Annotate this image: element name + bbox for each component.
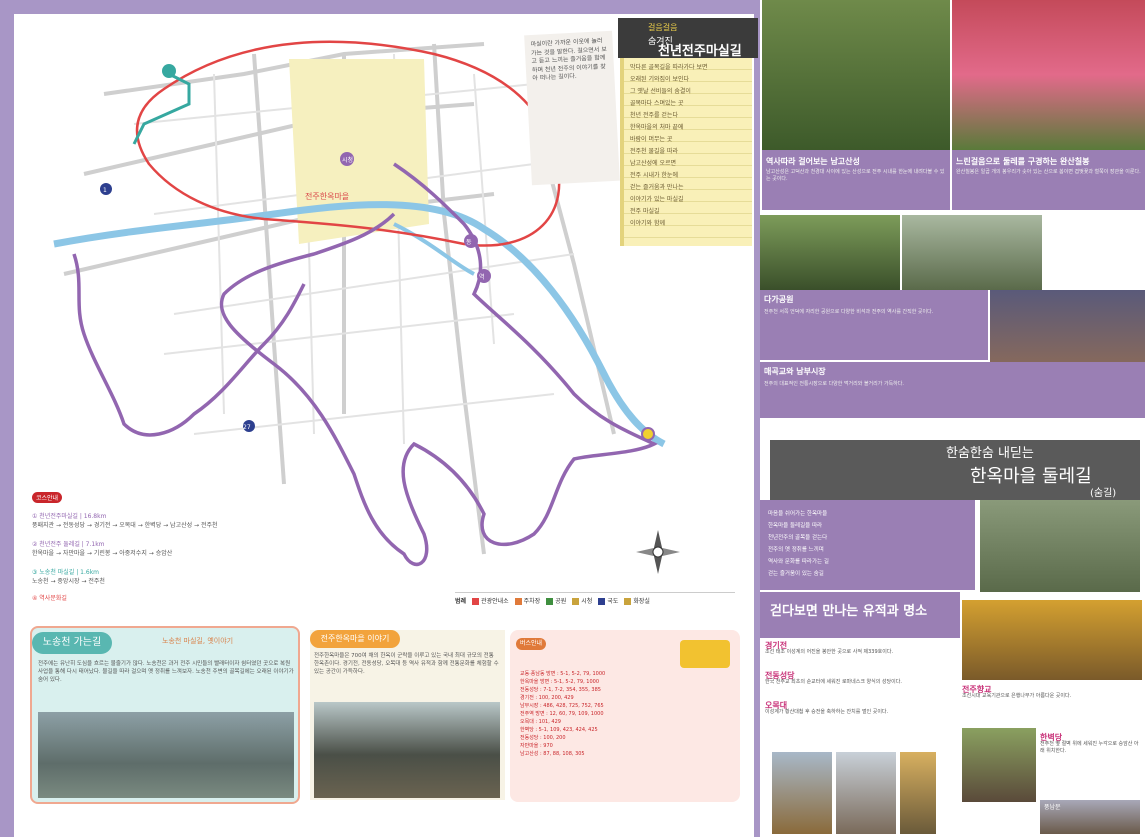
ginkgo-photo — [962, 600, 1142, 680]
dullegil-poem: 마음을 쉬어가는 한옥마을 한옥마을 둘레길을 따라 천년전주의 골목을 걷는다 전주… — [760, 500, 975, 590]
svg-text:역: 역 — [479, 273, 485, 281]
map-legend-bar: 범례 관광안내소 주차장 공원 시청 국도 화장실 — [455, 592, 735, 607]
walkers-photo — [980, 500, 1140, 592]
yellow-notepad: 막다른 골목길을 따라가다 보면 오래된 기와집이 보인다 그 옛날 선비들의 숨결… — [620, 58, 752, 246]
svg-text:동: 동 — [466, 239, 472, 246]
start-marker[interactable] — [162, 64, 176, 78]
svg-text:1: 1 — [103, 187, 107, 194]
bus-icon — [680, 640, 730, 668]
sites-list: 경기전 조선 태조 이성계의 어진을 봉안한 곳으로 사적 제339호이다. 전… — [765, 641, 902, 716]
dullegil-banner: 한숨한숨 내딛는 한옥마을 둘레길 (숨길) — [770, 440, 1140, 500]
end-marker[interactable] — [641, 427, 655, 441]
park-photo-1 — [760, 215, 900, 290]
market-photo — [990, 290, 1145, 370]
handwritten-note: 마실이란 가까운 이웃에 놀러가는 것을 말한다. 걸으면서 보고 듣고 느끼는… — [524, 30, 620, 186]
bus-info-box: 버스안내 교동·풍남동 방면 : 5-1, 5-2, 79, 1000 한옥마을 … — [510, 630, 740, 802]
hanok-roofs-photo — [314, 702, 500, 798]
nosongcheon-box: 노송천 가는길 노송천 마실길, 옛이야기 전주에는 유난히 도심을 흐르는 물… — [30, 626, 300, 804]
cathedral-photo — [836, 752, 896, 834]
svg-text:27: 27 — [243, 424, 251, 431]
site-photo-1 — [772, 752, 832, 834]
fortress-photo — [762, 0, 950, 150]
site-photo-3 — [900, 752, 936, 834]
svg-text:시청: 시청 — [342, 157, 353, 164]
park-photo-2 — [902, 215, 1042, 290]
title-banner: 걸음걸음 숨겨진 천년전주마실길 — [618, 18, 758, 59]
route-legend: 코스안내 ① 천년전주마실길 | 16.8km 풍패지관 → 전동성당 → 경기… — [32, 492, 392, 602]
hyanggyo-text: 전주향교 조선시대 교육기관으로 은행나무가 아름다운 곳이다. — [962, 685, 1072, 700]
compass-icon — [636, 530, 680, 574]
azalea-photo — [952, 0, 1145, 150]
river — [53, 201, 666, 448]
sites-header: 걷다보면 만나는 유적과 명소 — [760, 592, 960, 638]
hanok-village-area — [289, 59, 429, 244]
hanbyeokdang-text: 한벽당 전주천 옆 절벽 위에 세워진 누각으로 승암산 아래 위치한다. — [1040, 733, 1139, 755]
pavilion-photo — [962, 728, 1036, 802]
hanok-map-label: 전주한옥마을 — [305, 191, 349, 201]
stream-photo — [38, 712, 294, 798]
hanok-story-box: 전주한옥마을 이야기 전주한옥마을은 700여 채의 한옥이 군락을 이루고 있… — [310, 630, 505, 800]
pungnammun-photo: 풍남문 — [1040, 800, 1140, 834]
